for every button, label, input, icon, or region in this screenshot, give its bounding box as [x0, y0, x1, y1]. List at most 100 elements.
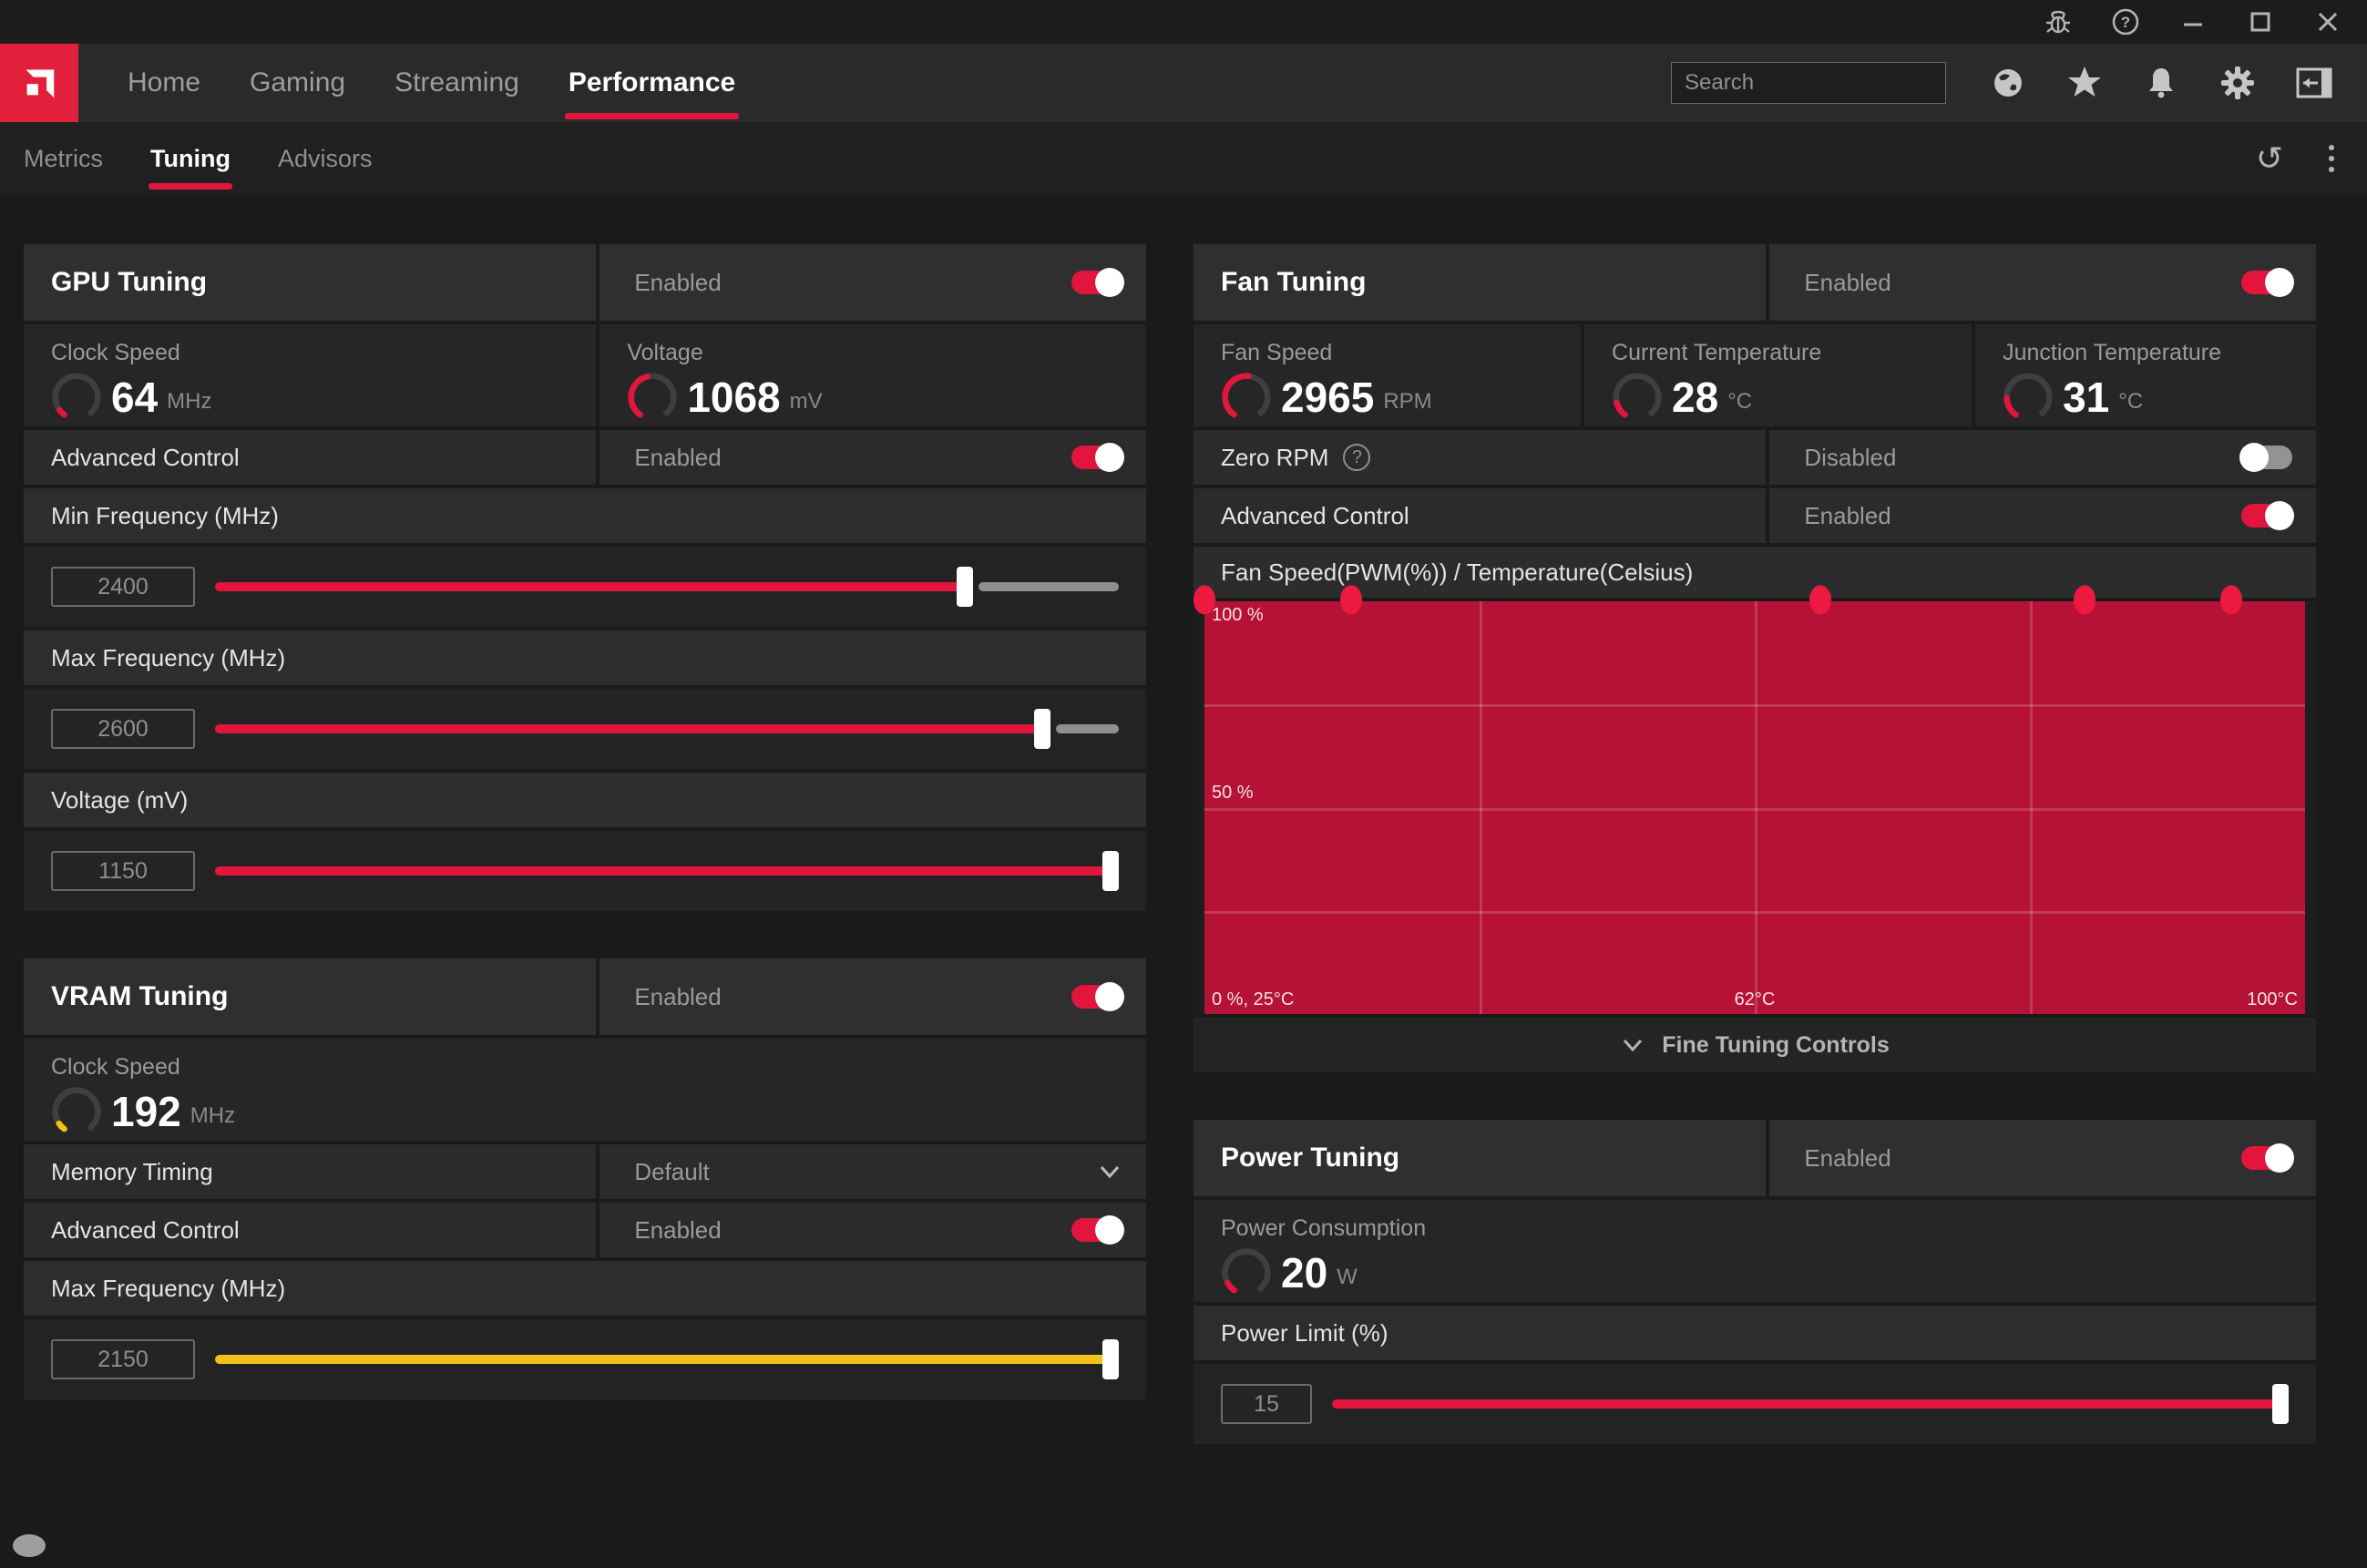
notifications-bell-icon[interactable]: [2123, 56, 2199, 110]
gauge-label: Clock Speed: [51, 340, 212, 366]
gpu-tuning-status: Enabled: [599, 269, 721, 297]
tab-tuning[interactable]: Tuning: [150, 122, 231, 195]
fan-tuning-card: Fan Tuning Enabled Fan Speed: [1194, 244, 2316, 1072]
nav-item-home[interactable]: Home: [128, 44, 200, 122]
amd-logo[interactable]: [0, 44, 78, 122]
favorites-star-icon[interactable]: [2046, 56, 2123, 110]
tab-label: Metrics: [24, 145, 103, 173]
gauge-unit: MHz: [167, 380, 211, 415]
x-axis-max-label: 100°C: [2247, 989, 2298, 1010]
fan-curve-chart[interactable]: 100 % 50 % 0 %, 25°C 62°C 100°C: [1204, 601, 2305, 1014]
slider-handle[interactable]: [1102, 851, 1119, 891]
slider-handle[interactable]: [957, 567, 973, 607]
origin-label: 0 %, 25°C: [1212, 989, 1294, 1010]
search-input[interactable]: [1685, 70, 1967, 96]
current-temperature-gauge: Current Temperature 28 °C: [1584, 329, 1821, 423]
gauge-arc: [1221, 1247, 1272, 1298]
subnav-tools: ↺: [2256, 142, 2367, 175]
vram-max-frequency-label: Max Frequency (MHz): [24, 1275, 285, 1303]
overflow-menu-icon[interactable]: [2329, 145, 2334, 172]
nav-item-performance[interactable]: Performance: [569, 44, 735, 122]
web-globe-icon[interactable]: [1970, 56, 2046, 110]
zero-rpm-toggle[interactable]: [2241, 446, 2292, 469]
gauge-unit: °C: [1727, 380, 1752, 415]
fan-curve-chart-title: Fan Speed(PWM(%)) / Temperature(Celsius): [1194, 559, 1693, 587]
svg-text:?: ?: [2121, 14, 2130, 31]
fan-curve-point[interactable]: [2220, 585, 2242, 614]
fan-curve-point[interactable]: [2074, 585, 2095, 614]
vram-tuning-status: Enabled: [599, 983, 721, 1011]
gpu-clock-speed-gauge: Clock Speed 64 MHz: [24, 329, 212, 423]
nav-item-gaming[interactable]: Gaming: [250, 44, 345, 122]
fan-curve-point[interactable]: [1194, 585, 1215, 614]
maximize-button[interactable]: [2227, 0, 2294, 44]
nav-item-label: Home: [128, 67, 200, 98]
fan-tuning-status: Enabled: [1769, 269, 1891, 297]
power-tuning-card: Power Tuning Enabled Power Consumption: [1194, 1120, 2316, 1444]
vram-memory-timing-value: Default: [599, 1158, 709, 1186]
zero-rpm-help-icon[interactable]: ?: [1343, 444, 1370, 471]
power-tuning-toggle[interactable]: [2241, 1146, 2292, 1170]
fan-tuning-title: Fan Tuning: [1194, 267, 1366, 298]
gauge-unit: RPM: [1383, 380, 1431, 415]
titlebar: ?: [0, 0, 2367, 44]
fan-curve-chart-area: 100 % 50 % 0 %, 25°C 62°C 100°C: [1194, 601, 2316, 1014]
vram-tuning-toggle[interactable]: [1071, 985, 1122, 1009]
vram-memory-timing-dropdown[interactable]: Default: [599, 1144, 1146, 1199]
fan-advanced-control-status: Enabled: [1769, 502, 1891, 530]
gpu-max-frequency-input[interactable]: 2600: [51, 709, 195, 749]
radeon-software-window: ? Home Gaming Streaming Performance: [0, 0, 2367, 1568]
gpu-tuning-toggle[interactable]: [1071, 271, 1122, 294]
help-icon[interactable]: ?: [2092, 0, 2159, 44]
search-box[interactable]: [1671, 62, 1946, 104]
gpu-advanced-control-label: Advanced Control: [24, 444, 240, 472]
report-bug-icon[interactable]: [2024, 0, 2092, 44]
fan-advanced-control-toggle[interactable]: [2241, 504, 2292, 528]
main-navbar: Home Gaming Streaming Performance: [0, 44, 2367, 122]
gpu-voltage-input[interactable]: 1150: [51, 851, 195, 891]
reset-icon[interactable]: ↺: [2256, 142, 2283, 175]
gpu-advanced-control-toggle[interactable]: [1071, 446, 1122, 469]
account-panel-icon[interactable]: [2276, 56, 2352, 110]
gpu-min-frequency-input[interactable]: 2400: [51, 567, 195, 607]
gpu-voltage-slider[interactable]: [215, 851, 1119, 891]
nav-item-streaming[interactable]: Streaming: [394, 44, 519, 122]
fan-tuning-toggle[interactable]: [2241, 271, 2292, 294]
power-limit-input[interactable]: 15: [1221, 1384, 1312, 1424]
gauge-value: 192: [111, 1087, 181, 1136]
gauge-value: 2965: [1281, 373, 1374, 422]
power-tuning-title: Power Tuning: [1194, 1143, 1399, 1173]
tab-metrics[interactable]: Metrics: [24, 122, 103, 195]
slider-handle[interactable]: [1034, 709, 1050, 749]
vram-tuning-title: VRAM Tuning: [24, 981, 228, 1012]
fan-curve-point[interactable]: [1340, 585, 1362, 614]
gauge-arc: [1612, 372, 1663, 423]
vram-max-frequency-slider[interactable]: [215, 1339, 1119, 1379]
gpu-min-frequency-slider[interactable]: [215, 567, 1119, 607]
fan-curve-point[interactable]: [1809, 585, 1831, 614]
gpu-max-frequency-slider[interactable]: [215, 709, 1119, 749]
gauge-label: Power Consumption: [1221, 1215, 1426, 1242]
fine-tuning-controls-expander[interactable]: Fine Tuning Controls: [1194, 1018, 2316, 1072]
minimize-button[interactable]: [2159, 0, 2227, 44]
gauge-arc: [1221, 372, 1272, 423]
gpu-advanced-control-status: Enabled: [599, 444, 721, 472]
vram-advanced-control-toggle[interactable]: [1071, 1218, 1122, 1242]
gauge-unit: °C: [2118, 380, 2143, 415]
slider-handle[interactable]: [2272, 1384, 2289, 1424]
settings-gear-icon[interactable]: [2199, 56, 2276, 110]
gauge-label: Current Temperature: [1612, 340, 1821, 366]
status-indicator-dot: [13, 1534, 46, 1557]
gpu-max-frequency-label: Max Frequency (MHz): [24, 644, 285, 672]
y-axis-50-label: 50 %: [1212, 783, 1254, 804]
power-limit-slider[interactable]: [1332, 1384, 2289, 1424]
y-axis-100-label: 100 %: [1212, 605, 1264, 626]
x-axis-mid-label: 62°C: [1735, 989, 1776, 1010]
vram-max-frequency-input[interactable]: 2150: [51, 1339, 195, 1379]
gauge-label: Clock Speed: [51, 1054, 235, 1081]
tab-advisors[interactable]: Advisors: [278, 122, 373, 195]
gpu-voltage-slider-label: Voltage (mV): [24, 786, 188, 815]
gauge-arc: [627, 372, 678, 423]
close-button[interactable]: [2294, 0, 2362, 44]
slider-handle[interactable]: [1102, 1339, 1119, 1379]
